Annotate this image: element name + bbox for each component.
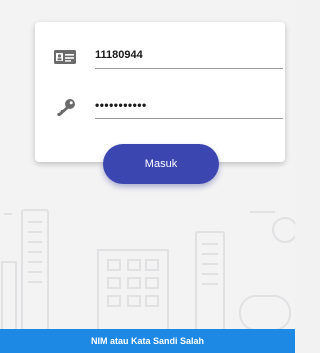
key-icon xyxy=(57,99,75,116)
city-background-illustration xyxy=(1,209,295,330)
snackbar-message: NIM atau Kata Sandi Salah xyxy=(90,336,205,346)
login-button[interactable]: Masuk xyxy=(103,144,219,184)
nim-field[interactable]: 11180944 xyxy=(51,42,283,72)
password-input[interactable]: ••••••••••• xyxy=(95,92,283,119)
password-field[interactable]: ••••••••••• xyxy=(51,92,283,122)
login-card: 11180944 ••••••••••• xyxy=(35,22,285,162)
login-screen: 11180944 ••••••••••• Masuk NIM atau Kata… xyxy=(0,0,295,353)
id-card-icon xyxy=(54,50,76,64)
error-snackbar: NIM atau Kata Sandi Salah xyxy=(0,329,295,353)
nim-input[interactable]: 11180944 xyxy=(95,42,283,69)
